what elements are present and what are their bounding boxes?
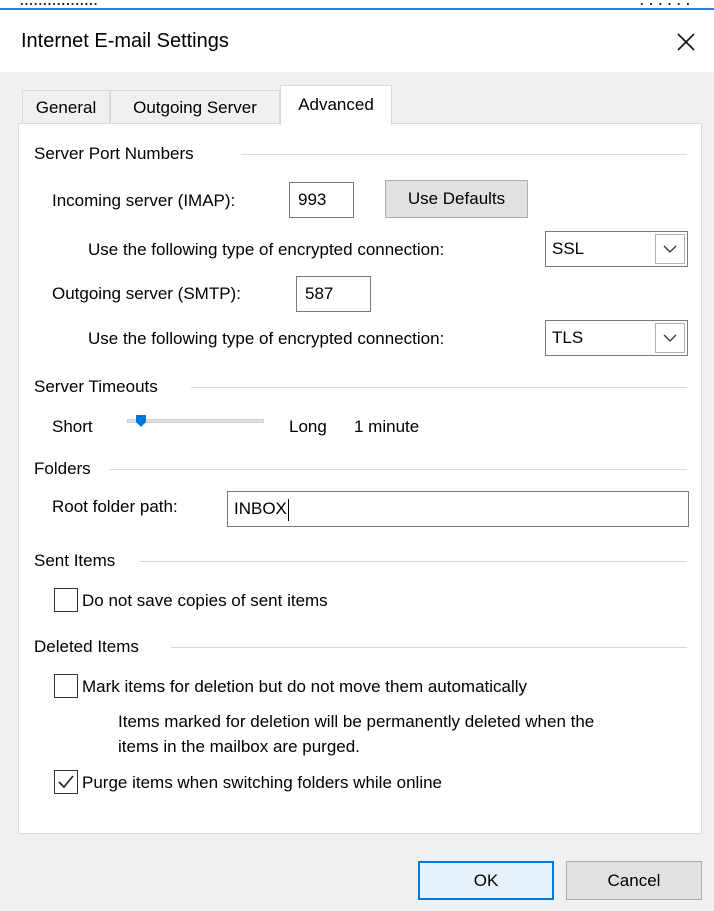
outgoing-encryption-value: TLS: [552, 328, 584, 347]
cancel-button[interactable]: Cancel: [566, 861, 702, 900]
root-folder-label-text: Root folder path:: [52, 497, 178, 516]
no-save-sent-checkbox[interactable]: [54, 588, 78, 612]
mark-for-deletion-label[interactable]: Mark items for deletion but do not move …: [82, 677, 527, 697]
title-bar: Internet E-mail Settings: [0, 10, 714, 72]
chevron-down-icon: [663, 245, 677, 253]
deletion-info-line-2: items in the mailbox are purged.: [118, 737, 360, 756]
slider-thumb-icon: [136, 415, 146, 427]
check-icon: [58, 775, 74, 789]
outgoing-encryption-label: Use the following type of encrypted conn…: [88, 329, 445, 348]
folders-group-label: Folders: [34, 459, 91, 478]
sent-items-divider: [139, 561, 687, 562]
outgoing-encryption-select[interactable]: TLS: [545, 320, 688, 356]
purge-items-checkbox[interactable]: [54, 770, 78, 794]
server-timeouts-divider: [191, 387, 687, 388]
sent-items-group-label: Sent Items: [34, 551, 116, 570]
timeout-slider-thumb[interactable]: [136, 414, 146, 432]
dialog-title: Internet E-mail Settings: [21, 30, 229, 52]
server-ports-group-label: Server Port Numbers: [34, 144, 194, 163]
no-save-sent-label[interactable]: Do not save copies of sent items: [82, 591, 328, 611]
incoming-encryption-label: Use the following type of encrypted conn…: [88, 240, 445, 259]
deletion-info-line-1: Items marked for deletion will be perman…: [118, 712, 595, 731]
server-ports-divider: [241, 154, 687, 155]
incoming-port-input[interactable]: 993: [289, 182, 354, 218]
incoming-encryption-select[interactable]: SSL: [545, 231, 688, 267]
close-button[interactable]: [668, 24, 704, 60]
close-icon: [677, 33, 695, 51]
outgoing-port-input[interactable]: 587: [296, 276, 371, 312]
purge-items-label[interactable]: Purge items when switching folders while…: [82, 773, 442, 793]
root-folder-value: INBOX: [234, 499, 287, 518]
tab-general[interactable]: General: [22, 90, 110, 124]
outgoing-encryption-dropdown[interactable]: [655, 323, 685, 353]
text-caret: [287, 498, 289, 521]
timeout-value-label: 1 minute: [354, 417, 420, 436]
outgoing-server-label: Outgoing server (SMTP):: [52, 284, 241, 303]
root-folder-label: Root folder path:: [52, 497, 178, 517]
folders-divider: [109, 469, 687, 470]
ok-button[interactable]: OK: [418, 861, 554, 900]
timeout-short-label: Short: [52, 417, 93, 436]
tab-outgoing-server[interactable]: Outgoing Server: [110, 90, 280, 124]
use-defaults-button[interactable]: Use Defaults: [385, 180, 528, 218]
mark-for-deletion-checkbox[interactable]: [54, 674, 78, 698]
server-timeouts-group-label: Server Timeouts: [34, 377, 158, 396]
tab-advanced[interactable]: Advanced: [280, 85, 392, 125]
root-folder-input[interactable]: INBOX: [227, 491, 689, 527]
advanced-tab-panel: Server Port Numbers Incoming server (IMA…: [18, 123, 702, 834]
incoming-server-label: Incoming server (IMAP):: [52, 191, 236, 210]
deleted-items-divider: [171, 647, 687, 648]
chevron-down-icon: [663, 334, 677, 342]
incoming-encryption-dropdown[interactable]: [655, 234, 685, 264]
timeout-long-label: Long: [289, 417, 327, 436]
background-window-strip: ................. . . . . . .: [0, 0, 714, 10]
timeout-slider-track[interactable]: [127, 419, 264, 423]
deleted-items-group-label: Deleted Items: [34, 637, 139, 656]
incoming-encryption-value: SSL: [552, 239, 585, 258]
